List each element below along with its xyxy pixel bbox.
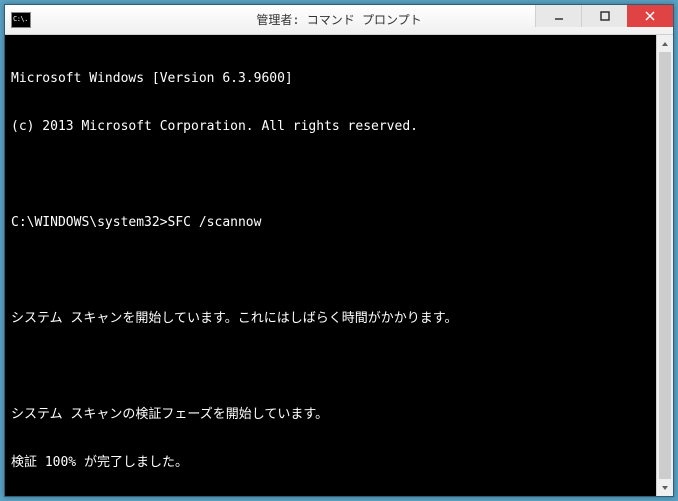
titlebar[interactable]: C:\. 管理者: コマンド プロンプト xyxy=(5,5,673,35)
scroll-thumb[interactable] xyxy=(659,52,671,479)
command-prompt-window: C:\. 管理者: コマンド プロンプト Microsoft Windows [… xyxy=(4,4,674,497)
terminal-line: システム スキャンを開始しています。これにはしばらく時間がかかります。 xyxy=(11,311,667,327)
terminal-line xyxy=(11,167,667,183)
scroll-down-arrow[interactable] xyxy=(657,479,673,496)
close-icon xyxy=(645,11,655,21)
maximize-icon xyxy=(600,11,610,21)
terminal-line: C:\WINDOWS\system32>SFC /scannow xyxy=(11,215,667,231)
minimize-button[interactable] xyxy=(535,5,581,27)
chevron-down-icon xyxy=(661,485,669,491)
cmd-icon-label: C:\. xyxy=(12,16,28,23)
close-button[interactable] xyxy=(627,5,673,27)
scroll-track[interactable] xyxy=(657,52,673,479)
scroll-up-arrow[interactable] xyxy=(657,35,673,52)
terminal-line: Microsoft Windows [Version 6.3.9600] xyxy=(11,71,667,87)
terminal-output[interactable]: Microsoft Windows [Version 6.3.9600] (c)… xyxy=(5,35,673,496)
terminal-line: システム スキャンの検証フェーズを開始しています。 xyxy=(11,407,667,423)
chevron-up-icon xyxy=(661,41,669,47)
window-controls xyxy=(535,5,673,27)
vertical-scrollbar[interactable] xyxy=(656,35,673,496)
cmd-icon: C:\. xyxy=(11,12,31,28)
terminal-line: 検証 100% が完了しました。 xyxy=(11,455,667,471)
maximize-button[interactable] xyxy=(581,5,627,27)
terminal-line xyxy=(11,263,667,279)
terminal-line xyxy=(11,359,667,375)
minimize-icon xyxy=(554,11,564,21)
terminal-line: (c) 2013 Microsoft Corporation. All righ… xyxy=(11,119,667,135)
